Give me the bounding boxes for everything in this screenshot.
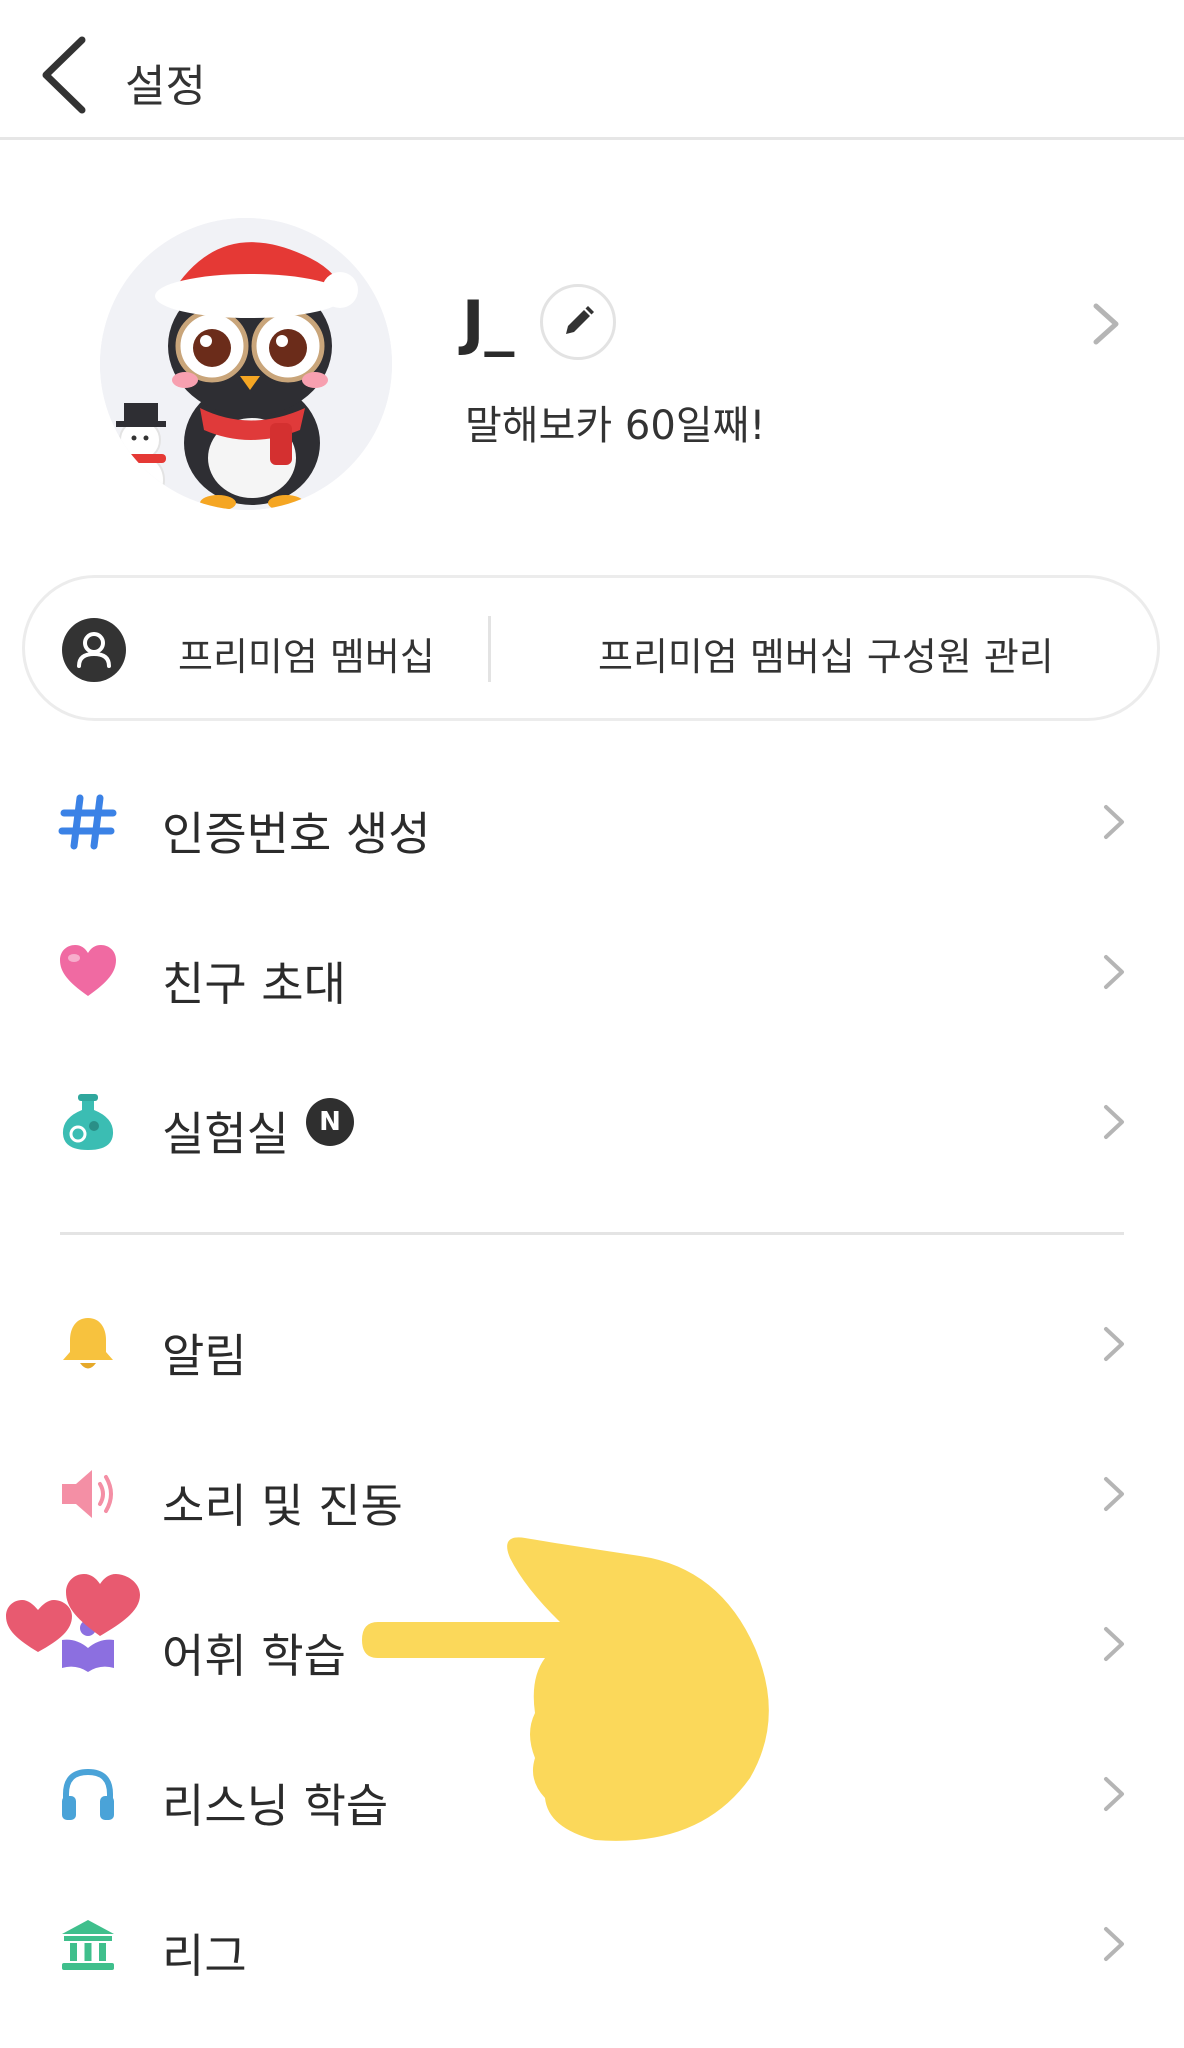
heart-icon bbox=[60, 945, 116, 996]
header-bar: 설정 bbox=[0, 0, 1184, 140]
user-icon bbox=[77, 632, 111, 668]
membership-bar: 프리미엄 멤버십 프리미엄 멤버십 구성원 관리 bbox=[22, 575, 1160, 721]
league-icon bbox=[62, 1920, 114, 1970]
menu-label: 리스닝 학습 bbox=[162, 1779, 389, 1833]
manage-members-link[interactable]: 프리미엄 멤버십 구성원 관리 bbox=[598, 626, 1054, 681]
pencil-icon bbox=[566, 306, 594, 334]
chevron-right-icon[interactable] bbox=[1088, 300, 1124, 348]
menu-item-notifications[interactable]: 알림 bbox=[0, 1284, 1184, 1404]
pointing-hand-icon bbox=[362, 1537, 769, 1841]
edit-profile-button[interactable] bbox=[540, 284, 616, 360]
menu-item-lab[interactable]: 실험실 N bbox=[0, 1062, 1184, 1182]
settings-page: 설정 J_ 말해보카 60일째! 프리미엄 멤버십 프리미엄 멤버십 구성원 관… bbox=[0, 0, 1184, 2048]
menu-item-league[interactable]: 리그 bbox=[0, 1884, 1184, 2004]
menu-label: 알림 bbox=[162, 1329, 247, 1383]
chevron-right-icon bbox=[1104, 1627, 1124, 1661]
menu-item-auth-code[interactable]: 인증번호 생성 bbox=[0, 762, 1184, 882]
back-arrow-icon[interactable] bbox=[30, 30, 100, 120]
menu-label: 어휘 학습 bbox=[162, 1629, 346, 1683]
premium-membership-link[interactable]: 프리미엄 멤버십 bbox=[178, 626, 435, 681]
chevron-right-icon bbox=[1104, 805, 1124, 839]
chevron-right-icon bbox=[1104, 1105, 1124, 1139]
profile-streak-text: 말해보카 60일째! bbox=[465, 403, 766, 449]
menu-label: 실험실 bbox=[162, 1107, 289, 1161]
bell-icon bbox=[63, 1318, 113, 1369]
menu-label: 인증번호 생성 bbox=[162, 807, 431, 861]
avatar[interactable] bbox=[100, 218, 392, 510]
chevron-right-icon bbox=[1104, 1777, 1124, 1811]
menu-item-invite-friends[interactable]: 친구 초대 bbox=[0, 912, 1184, 1032]
menu-label: 소리 및 진동 bbox=[162, 1479, 403, 1533]
headphones-icon bbox=[62, 1768, 114, 1820]
penguin-santa-avatar-icon bbox=[100, 218, 392, 510]
chevron-right-icon bbox=[1104, 1327, 1124, 1361]
menu-label: 리그 bbox=[162, 1929, 247, 1983]
chevron-right-icon bbox=[1104, 1927, 1124, 1961]
chevron-right-icon bbox=[1104, 955, 1124, 989]
page-title: 설정 bbox=[125, 61, 206, 112]
hearts-sticker-icon bbox=[6, 1574, 140, 1652]
profile-username[interactable]: J_ bbox=[462, 288, 514, 358]
new-badge: N bbox=[306, 1098, 354, 1146]
flask-icon bbox=[62, 1094, 114, 1150]
membership-divider bbox=[488, 616, 491, 682]
hash-icon bbox=[58, 794, 117, 850]
section-divider bbox=[60, 1232, 1124, 1235]
speaker-icon bbox=[62, 1470, 113, 1518]
menu-label: 친구 초대 bbox=[162, 957, 346, 1011]
chevron-right-icon bbox=[1104, 1477, 1124, 1511]
member-icon bbox=[62, 618, 126, 682]
